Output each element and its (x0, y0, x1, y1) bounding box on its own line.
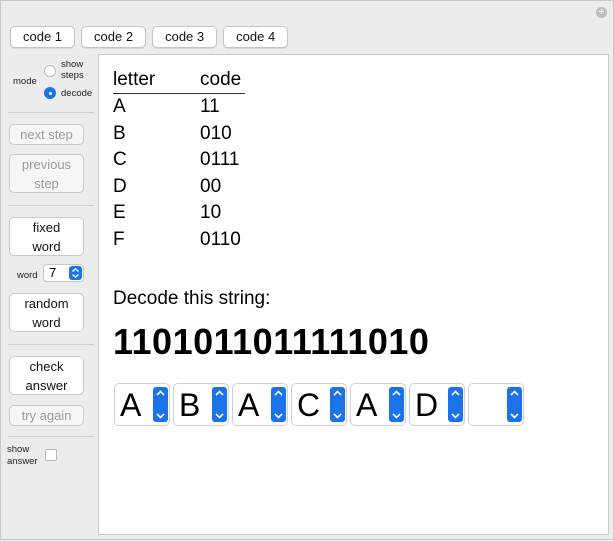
chevron-updown-icon (271, 387, 286, 422)
show-answer-checkbox[interactable] (45, 449, 57, 461)
next-step-button[interactable]: next step (9, 124, 84, 145)
chevron-updown-icon (389, 387, 404, 422)
app-window: + code 1 code 2 code 3 code 4 mode show … (0, 0, 614, 540)
letter-cell: F (113, 228, 125, 250)
letter-select-1[interactable]: A (114, 383, 170, 426)
previous-step-button[interactable]: previous step (9, 154, 84, 193)
tab-code-3[interactable]: code 3 (152, 26, 218, 48)
letter-cell: A (113, 96, 126, 118)
table-row: E 10 (113, 200, 245, 227)
plus-icon[interactable]: + (596, 7, 607, 18)
letter-select-2[interactable]: B (173, 383, 229, 426)
letter-select-value: A (120, 387, 142, 423)
code-cell: 010 (200, 122, 232, 144)
show-answer-label: show answer (7, 444, 38, 467)
table-row: A 11 (113, 94, 245, 121)
letter-select-value: D (415, 387, 439, 423)
letter-select-value: A (238, 387, 260, 423)
code-table: letter code A 11 B 010 C 0111 D 00 E 10 F 0110 (113, 66, 245, 253)
divider (8, 344, 94, 345)
table-row: D 00 (113, 174, 245, 201)
letter-select-value: A (356, 387, 378, 423)
letter-select-7[interactable] (468, 383, 524, 426)
chevron-updown-icon (507, 387, 522, 422)
fixed-word-button[interactable]: fixed word (9, 217, 84, 256)
chevron-updown-icon (212, 387, 227, 422)
code-cell: 10 (200, 202, 222, 224)
letter-header: letter (113, 66, 200, 94)
controls-sidebar: mode show steps decode next step previou… (1, 1, 98, 541)
tab-code-4[interactable]: code 4 (223, 26, 289, 48)
letter-select-3[interactable]: A (232, 383, 288, 426)
check-answer-button[interactable]: check answer (9, 356, 84, 395)
letter-cell: E (113, 202, 126, 224)
letter-selectors: ABACAD (114, 383, 524, 426)
code-cell: 11 (200, 96, 220, 118)
table-row: F 0110 (113, 227, 245, 254)
decode-title: Decode this string: (113, 288, 271, 309)
mode-label: mode (13, 76, 37, 87)
code-cell: 00 (200, 175, 222, 197)
main-panel: letter code A 11 B 010 C 0111 D 00 E 10 F 0110 Deco… (98, 54, 609, 535)
code-cell: 0111 (200, 149, 240, 171)
letter-select-value: B (179, 387, 201, 423)
letter-cell: C (113, 149, 127, 171)
divider (8, 112, 94, 113)
letter-select-value: C (297, 387, 321, 423)
letter-select-6[interactable]: D (409, 383, 465, 426)
letter-cell: B (113, 122, 126, 144)
encoded-string: 1101011011111010 (113, 321, 430, 362)
decode-radio[interactable] (44, 87, 56, 99)
table-row: B 010 (113, 121, 245, 148)
random-word-button[interactable]: random word (9, 293, 84, 332)
code-cell: 0110 (200, 228, 241, 250)
table-row: C 0111 (113, 147, 245, 174)
letter-select-5[interactable]: A (350, 383, 406, 426)
letter-cell: D (113, 175, 127, 197)
try-again-button[interactable]: try again (9, 405, 84, 426)
chevron-updown-icon (153, 387, 168, 422)
chevron-updown-icon (330, 387, 345, 422)
letter-select-4[interactable]: C (291, 383, 347, 426)
word-select[interactable]: 7 (43, 264, 84, 282)
code-header: code (200, 66, 245, 94)
word-select-value: 7 (49, 265, 57, 280)
show-steps-radio[interactable] (44, 65, 56, 77)
divider (8, 436, 94, 437)
chevron-updown-icon (69, 266, 82, 280)
show-steps-label: show steps (61, 59, 84, 81)
word-label: word (17, 270, 38, 281)
divider (8, 205, 94, 206)
decode-label: decode (61, 88, 93, 99)
chevron-updown-icon (448, 387, 463, 422)
